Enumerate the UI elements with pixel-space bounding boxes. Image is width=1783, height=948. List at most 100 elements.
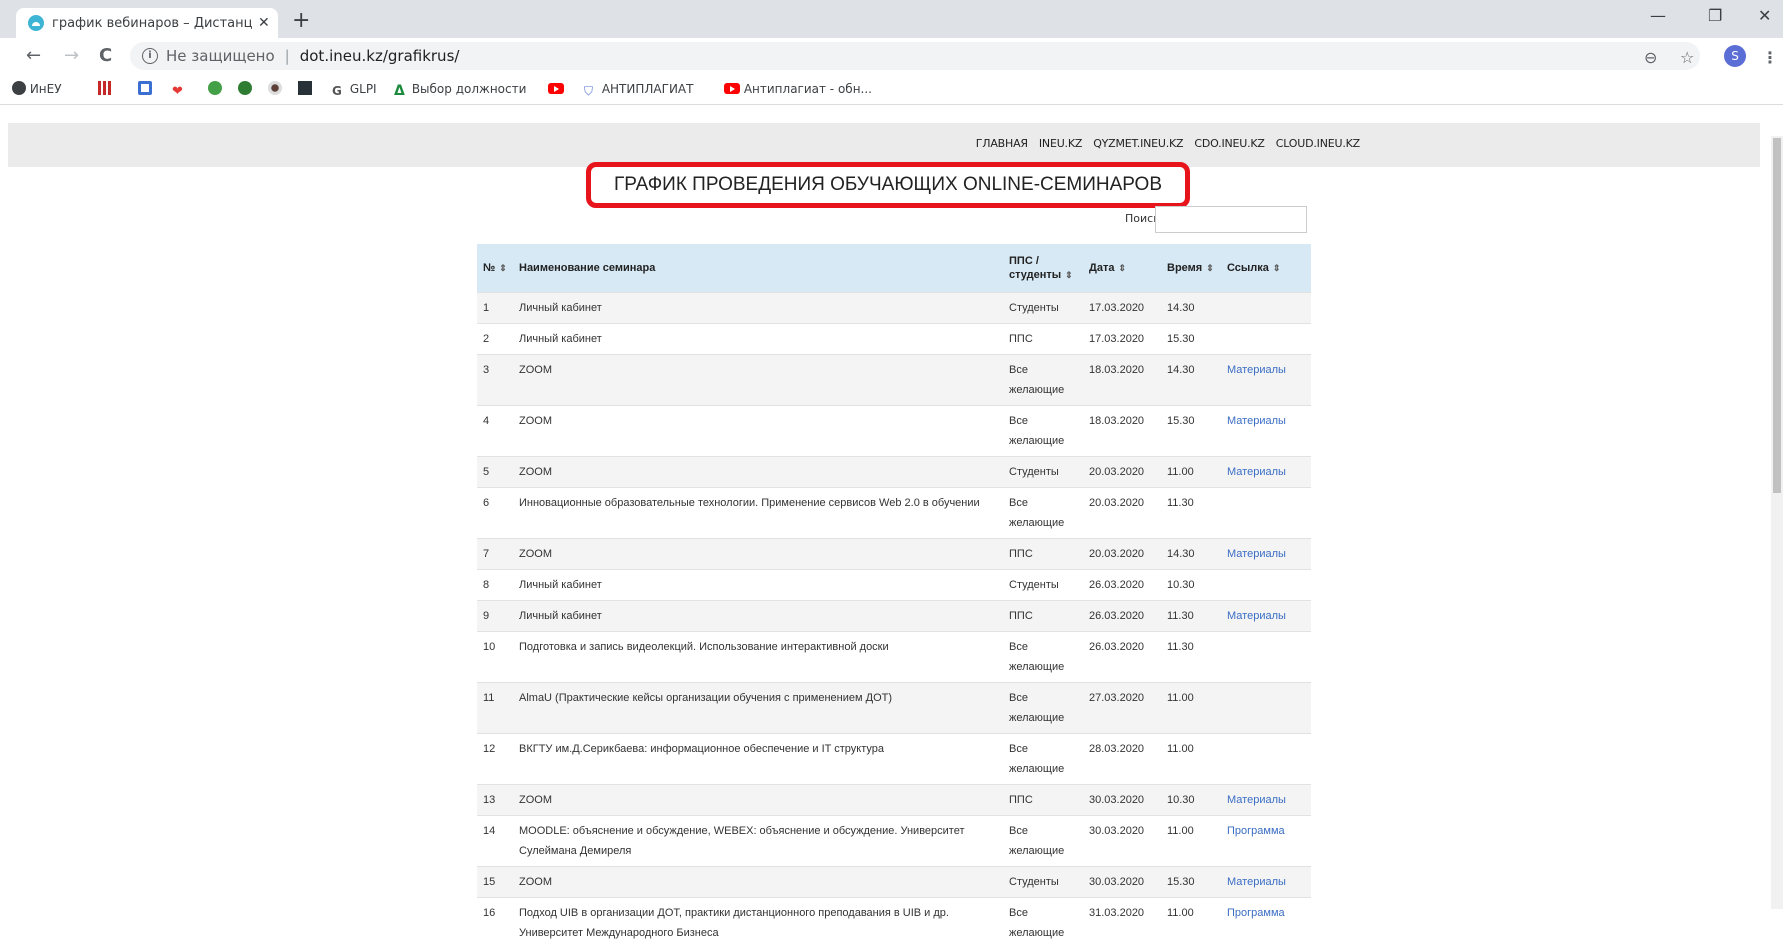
audience-cell: Все желающие [1003, 734, 1083, 785]
back-button[interactable]: ← [26, 46, 41, 66]
sort-icon[interactable]: ⇕ [1273, 263, 1281, 273]
materials-link[interactable]: Материалы [1227, 548, 1286, 560]
bookmark-two[interactable] [238, 81, 252, 97]
link-cell [1221, 570, 1311, 601]
materials-link[interactable]: Программа [1227, 825, 1285, 837]
eye-icon [268, 81, 282, 95]
profile-avatar[interactable]: S [1724, 45, 1746, 67]
materials-link[interactable]: Материалы [1227, 466, 1286, 478]
audience-cell: Все желающие [1003, 898, 1083, 948]
bookmark-vybor[interactable]: Δ Выбор должности [394, 81, 526, 97]
omnibox-separator: | [285, 47, 290, 65]
audience-cell: Студенты [1003, 457, 1083, 488]
minimize-button[interactable]: — [1650, 6, 1666, 25]
nav-link-home[interactable]: ГЛАВНАЯ [976, 137, 1028, 150]
browser-tab[interactable]: график вебинаров – Дистанцио ✕ [16, 8, 278, 38]
row-number-cell: 14 [477, 816, 513, 867]
materials-link[interactable]: Материалы [1227, 794, 1286, 806]
bookmark-target[interactable] [138, 81, 152, 97]
link-cell [1221, 324, 1311, 355]
close-window-button[interactable]: ✕ [1758, 6, 1771, 25]
column-header-link[interactable]: Ссылка⇕ [1221, 244, 1311, 293]
date-cell: 20.03.2020 [1083, 488, 1161, 539]
time-cell: 15.30 [1161, 406, 1221, 457]
bookmark-glpi[interactable]: G GLPI [332, 81, 377, 97]
bookmark-antiplagiat-youtube[interactable]: Антиплагиат - обн... [724, 81, 872, 97]
audience-cell: Все желающие [1003, 406, 1083, 457]
seminar-name-cell: ZOOM [513, 785, 1003, 816]
site-nav: ГЛАВНАЯ INEU.KZ QYZMET.INEU.KZ CDO.INEU.… [976, 137, 1360, 150]
youtube-icon [724, 83, 740, 94]
time-cell: 10.30 [1161, 570, 1221, 601]
row-number-cell: 7 [477, 539, 513, 570]
materials-link[interactable]: Материалы [1227, 610, 1286, 622]
seminar-schedule-table: №⇕ Наименование семинара ППС / студенты⇕… [477, 244, 1311, 948]
materials-link[interactable]: Материалы [1227, 415, 1286, 427]
bookmark-n[interactable] [298, 81, 312, 97]
nav-link-qyzmet[interactable]: QYZMET.INEU.KZ [1093, 137, 1183, 150]
table-row: 3ZOOMВсе желающие18.03.202014.30Материал… [477, 355, 1311, 406]
audience-cell: Все желающие [1003, 683, 1083, 734]
audience-cell: Студенты [1003, 867, 1083, 898]
zoom-icon[interactable]: ⊖ [1644, 48, 1657, 67]
date-cell: 31.03.2020 [1083, 898, 1161, 948]
forward-button[interactable]: → [64, 46, 79, 66]
table-row: 14MOODLE: объяснение и обсуждение, WEBEX… [477, 816, 1311, 867]
row-number-cell: 6 [477, 488, 513, 539]
row-number-cell: 2 [477, 324, 513, 355]
reload-button[interactable]: C [99, 46, 112, 66]
bookmark-heart[interactable]: ❤ [172, 81, 186, 99]
link-cell: Материалы [1221, 406, 1311, 457]
bookmark-leaf[interactable] [208, 81, 222, 97]
nav-link-cloud[interactable]: CLOUD.INEU.KZ [1276, 137, 1360, 150]
search-input[interactable] [1155, 206, 1307, 233]
materials-link[interactable]: Материалы [1227, 876, 1286, 888]
link-cell: Программа [1221, 898, 1311, 948]
time-cell: 11.30 [1161, 488, 1221, 539]
table-row: 13ZOOMППС30.03.202010.30Материалы [477, 785, 1311, 816]
bookmark-ineu[interactable]: ИнЕУ [12, 81, 62, 97]
bookmark-star-icon[interactable]: ☆ [1680, 48, 1694, 67]
maximize-button[interactable]: ❐ [1708, 6, 1722, 25]
link-cell [1221, 293, 1311, 324]
date-cell: 26.03.2020 [1083, 570, 1161, 601]
seminar-name-cell: Подход UIB в организации ДОТ, практики д… [513, 898, 1003, 948]
link-cell: Материалы [1221, 355, 1311, 406]
time-cell: 10.30 [1161, 785, 1221, 816]
page-scrollbar-thumb[interactable] [1773, 138, 1781, 493]
date-cell: 20.03.2020 [1083, 539, 1161, 570]
column-header-audience[interactable]: ППС / студенты⇕ [1003, 244, 1083, 293]
bars-icon [98, 81, 112, 95]
menu-kebab-icon[interactable]: ⋮ [1762, 48, 1778, 67]
row-number-cell: 9 [477, 601, 513, 632]
address-bar[interactable]: i Не защищено | dot.ineu.kz/grafikrus/ [130, 42, 1700, 70]
bookmark-youtube[interactable] [548, 81, 564, 97]
column-header-date[interactable]: Дата⇕ [1083, 244, 1161, 293]
new-tab-button[interactable]: + [292, 10, 310, 32]
bookmark-bars[interactable] [98, 81, 112, 97]
bookmark-antiplagiat[interactable]: ⛉ АНТИПЛАГИАТ [584, 81, 693, 97]
url-text[interactable]: dot.ineu.kz/grafikrus/ [300, 47, 460, 65]
sort-icon[interactable]: ⇕ [1065, 270, 1073, 280]
nav-link-ineu[interactable]: INEU.KZ [1039, 137, 1082, 150]
nav-link-cdo[interactable]: CDO.INEU.KZ [1194, 137, 1264, 150]
time-cell: 15.30 [1161, 867, 1221, 898]
bookmark-eye[interactable] [268, 81, 282, 97]
sort-icon[interactable]: ⇕ [1118, 263, 1126, 273]
time-cell: 14.30 [1161, 539, 1221, 570]
sort-icon[interactable]: ⇕ [1206, 263, 1214, 273]
browser-toolbar: ← → C i Не защищено | dot.ineu.kz/grafik… [0, 38, 1783, 74]
audience-cell: ППС [1003, 539, 1083, 570]
column-header-time[interactable]: Время⇕ [1161, 244, 1221, 293]
materials-link[interactable]: Материалы [1227, 364, 1286, 376]
tab-close-icon[interactable]: ✕ [258, 15, 270, 31]
link-cell: Материалы [1221, 539, 1311, 570]
info-icon[interactable]: i [142, 48, 158, 64]
sort-icon[interactable]: ⇕ [499, 263, 507, 273]
column-header-name[interactable]: Наименование семинара [513, 244, 1003, 293]
time-cell: 14.30 [1161, 355, 1221, 406]
time-cell: 11.00 [1161, 898, 1221, 948]
row-number-cell: 5 [477, 457, 513, 488]
column-header-number[interactable]: №⇕ [477, 244, 513, 293]
seminar-name-cell: Личный кабинет [513, 601, 1003, 632]
